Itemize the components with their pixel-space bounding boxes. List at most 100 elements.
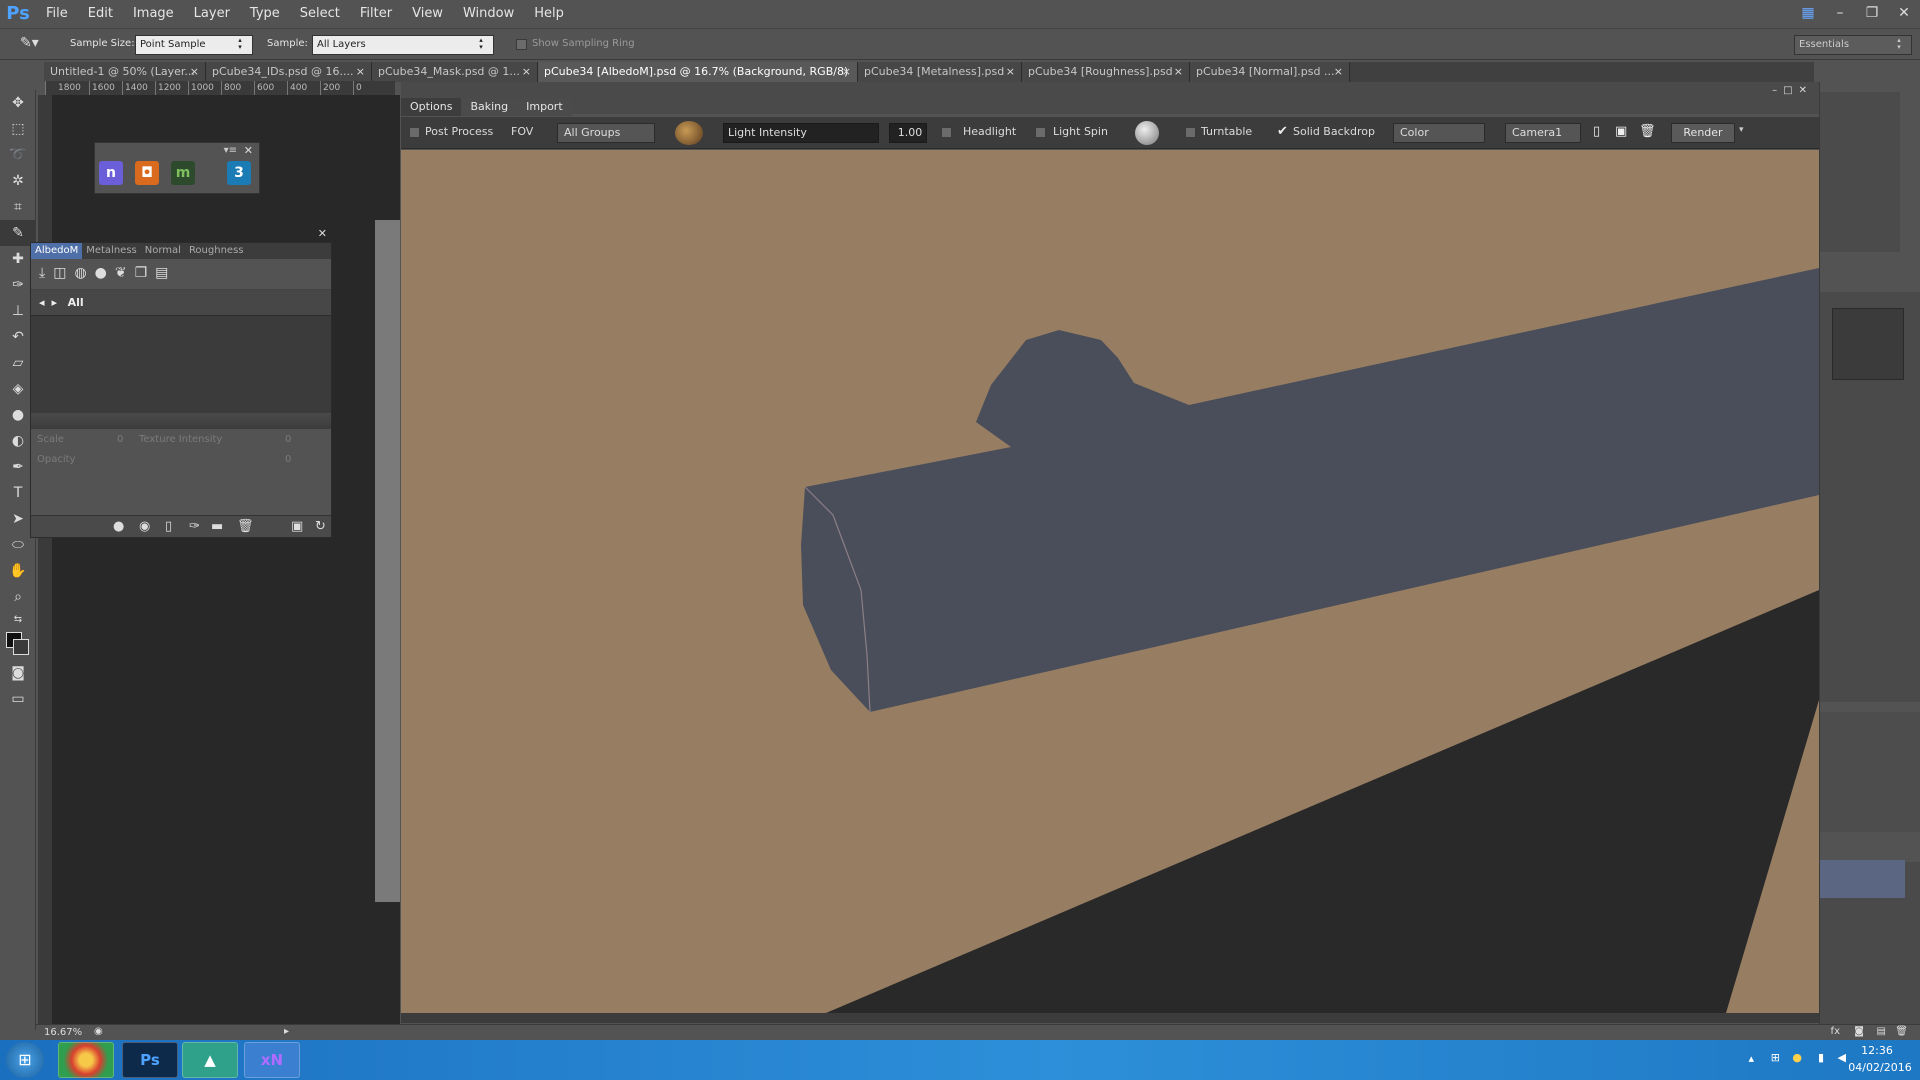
material-filter-label[interactable]: All <box>68 296 84 309</box>
doc-tab-mask[interactable]: pCube34_Mask.psd @ 1... × <box>372 62 538 82</box>
headlight-checkbox[interactable] <box>941 127 952 138</box>
chrome-taskbar-icon[interactable] <box>58 1042 114 1078</box>
opacity-value[interactable]: 0 <box>285 454 291 465</box>
brush-icon[interactable]: ✑ <box>189 519 200 534</box>
minimize-window-button[interactable]: – <box>1824 0 1856 28</box>
solid-backdrop-checkmark-icon[interactable]: ✔ <box>1277 124 1288 139</box>
zoom-level[interactable]: 16.67% <box>44 1027 82 1038</box>
tab-metalness[interactable]: Metalness <box>82 243 141 259</box>
tab-baking[interactable]: Baking <box>461 98 518 116</box>
close-icon[interactable]: × <box>1334 62 1343 82</box>
feather-icon[interactable]: ❦ <box>115 265 127 283</box>
menu-type[interactable]: Type <box>240 0 290 28</box>
sample-layers-select[interactable]: All Layers <box>312 35 494 55</box>
menu-view[interactable]: View <box>402 0 453 28</box>
navigator-thumbnail[interactable] <box>1832 308 1904 380</box>
tab-albedom[interactable]: AlbedoM <box>31 243 83 259</box>
close-icon[interactable]: × <box>356 62 365 82</box>
turntable-label[interactable]: Turntable <box>1201 125 1252 138</box>
move-tool-icon[interactable]: ✥ <box>0 90 36 116</box>
show-sampling-ring-checkbox[interactable] <box>516 39 527 50</box>
brush-presets-panel[interactable] <box>1820 92 1900 252</box>
render-button[interactable]: Render <box>1671 123 1735 143</box>
quick-mask-icon[interactable]: ◙ <box>0 660 36 686</box>
headlight-label[interactable]: Headlight <box>963 125 1016 138</box>
tab-import[interactable]: Import <box>517 98 572 116</box>
maya-taskbar-icon[interactable]: ▲ <box>182 1042 238 1078</box>
light-spin-label[interactable]: Light Spin <box>1053 125 1108 138</box>
tab-roughness[interactable]: Roughness <box>185 243 248 259</box>
post-process-checkbox[interactable] <box>409 127 420 138</box>
save-icon[interactable]: ▣ <box>291 519 303 534</box>
add-material-icon[interactable]: ● <box>95 265 107 283</box>
selected-layer-row[interactable] <box>1820 860 1905 898</box>
close-icon[interactable]: × <box>190 62 199 82</box>
light-spin-checkbox[interactable] <box>1035 127 1046 138</box>
camera-select[interactable]: Camera1 <box>1505 123 1581 143</box>
new-material-icon[interactable]: ◫ <box>53 265 66 283</box>
color-swatches-icon[interactable] <box>0 630 36 660</box>
document-canvas[interactable] <box>52 95 400 1030</box>
doc-tab-ids[interactable]: pCube34_IDs.psd @ 16.... × <box>206 62 372 82</box>
post-process-label[interactable]: Post Process <box>425 125 493 138</box>
fov-dropdown[interactable]: FOV <box>511 125 533 138</box>
close-window-button[interactable]: ✕ <box>1888 0 1920 28</box>
doc-tab-untitled[interactable]: Untitled-1 @ 50% (Layer... × <box>44 62 206 82</box>
menu-window[interactable]: Window <box>453 0 524 28</box>
substance-app-icon[interactable]: ◘ <box>135 161 159 185</box>
tab-normal[interactable]: Normal <box>141 243 185 259</box>
crop-tool-icon[interactable]: ⌗ <box>0 194 36 220</box>
delete-layer-icon[interactable]: 🗑 <box>1895 1026 1908 1037</box>
zoom-tool-icon[interactable]: ⌕ <box>0 584 36 610</box>
forward-arrow-icon[interactable]: ▸ <box>52 296 58 309</box>
viewport-resize-bar[interactable] <box>401 1013 1819 1023</box>
menu-select[interactable]: Select <box>290 0 350 28</box>
clock-time[interactable]: 12:36 <box>1852 1044 1902 1057</box>
workspace-switcher-icon[interactable]: ▦ <box>1792 0 1824 28</box>
import-icon[interactable]: ⤓ <box>39 265 45 283</box>
start-button-icon[interactable]: ⊞ <box>6 1042 44 1078</box>
environment-sphere-icon[interactable] <box>675 121 703 145</box>
sample-size-select[interactable]: Point Sample <box>135 35 253 55</box>
fx-icon[interactable]: fx <box>1831 1026 1840 1037</box>
light-intensity-slider[interactable]: Light Intensity <box>723 123 879 143</box>
menu-help[interactable]: Help <box>524 0 574 28</box>
layer-mask-icon[interactable]: ◙ <box>1854 1026 1864 1037</box>
doc-tab-normal[interactable]: pCube34 [Normal].psd ... × <box>1190 62 1350 82</box>
light-intensity-value[interactable]: 1.00 <box>889 123 927 143</box>
texture-intensity-value[interactable]: 0 <box>285 434 291 445</box>
windows-flag-icon[interactable]: ⊞ <box>1771 1051 1780 1064</box>
marquee-tool-icon[interactable]: ⬚ <box>0 116 36 142</box>
new-layer-icon[interactable]: ▤ <box>1877 1026 1886 1037</box>
menu-file[interactable]: File <box>36 0 78 28</box>
copy-icon[interactable]: ❐ <box>135 265 148 283</box>
volume-icon[interactable]: ◀ <box>1838 1051 1846 1064</box>
doc-tab-roughness[interactable]: pCube34 [Roughness].psd × <box>1022 62 1190 82</box>
workspace-select[interactable]: Essentials <box>1794 35 1912 55</box>
mari-app-icon[interactable]: n <box>99 161 123 185</box>
light-sphere-icon[interactable] <box>1135 121 1159 145</box>
menu-edit[interactable]: Edit <box>78 0 123 28</box>
swap-colors-icon[interactable]: ⇆ <box>0 610 36 630</box>
save-camera-icon[interactable]: ▣ <box>1615 124 1627 139</box>
menu-layer[interactable]: Layer <box>184 0 240 28</box>
tab-options[interactable]: Options <box>401 98 462 116</box>
close-icon[interactable]: ✕ <box>244 144 253 157</box>
new-camera-icon[interactable]: ▯ <box>1593 124 1600 139</box>
trash-icon[interactable]: 🗑 <box>237 519 254 534</box>
doc-tab-metalness[interactable]: pCube34 [Metalness].psd × <box>858 62 1022 82</box>
delete-camera-icon[interactable]: 🗑 <box>1639 124 1656 139</box>
restore-window-button[interactable]: ❐ <box>1856 0 1888 28</box>
menu-filter[interactable]: Filter <box>350 0 402 28</box>
xnview-taskbar-icon[interactable]: xN <box>244 1042 300 1078</box>
material-sphere-icon[interactable]: ◍ <box>74 265 86 283</box>
status-info-icon[interactable]: ◉ <box>94 1026 103 1037</box>
clock-date[interactable]: 04/02/2016 <box>1848 1061 1912 1074</box>
sphere-preview-icon[interactable]: ● <box>113 519 124 534</box>
close-icon[interactable]: × <box>522 62 531 82</box>
material-list[interactable] <box>31 315 331 413</box>
document-icon[interactable]: ▯ <box>165 519 172 534</box>
tray-overflow-icon[interactable]: ▴ <box>1748 1052 1754 1065</box>
mudbox-app-icon[interactable]: m <box>171 161 195 185</box>
back-arrow-icon[interactable]: ◂ <box>39 296 45 309</box>
